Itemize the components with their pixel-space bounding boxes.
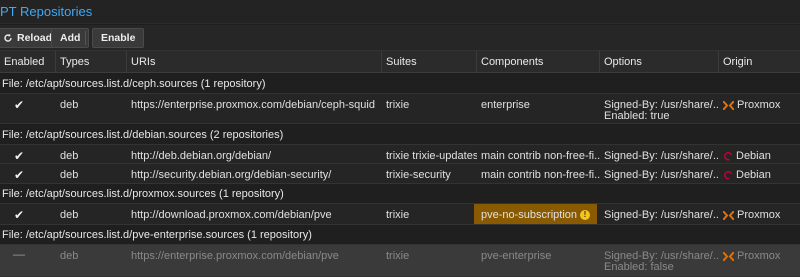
- checkmark-icon[interactable]: ✔: [14, 168, 24, 182]
- column-header-uris[interactable]: URIs: [127, 51, 382, 73]
- options-cell: Signed-By: /usr/share/...: [604, 150, 719, 162]
- debian-logo-icon: [724, 152, 733, 161]
- page-title: PT Repositories: [0, 4, 93, 19]
- type-cell: deb: [60, 209, 79, 221]
- column-header-suites[interactable]: Suites: [382, 51, 477, 73]
- proxmox-logo-icon: [723, 251, 734, 261]
- disabled-dash-icon[interactable]: —: [13, 247, 25, 261]
- uri-cell: http://security.debian.org/debian-securi…: [131, 169, 332, 181]
- table-row[interactable]: ✔ deb http://security.debian.org/debian-…: [0, 164, 800, 184]
- type-cell: deb: [60, 99, 79, 111]
- options-enabled: Enabled: false: [604, 261, 674, 273]
- components-cell: pve-enterprise: [481, 250, 552, 262]
- toolbar: Reload Add Enable: [0, 25, 800, 51]
- uri-cell: https://enterprise.proxmox.com/debian/ce…: [131, 99, 375, 111]
- reload-label: Reload: [17, 32, 53, 44]
- uri-cell: http://deb.debian.org/debian/: [131, 150, 272, 162]
- column-header-options[interactable]: Options: [600, 51, 719, 73]
- table-row[interactable]: ✔ deb http://download.proxmox.com/debian…: [0, 204, 800, 225]
- group-header[interactable]: File: /etc/apt/sources.list.d/ceph.sourc…: [0, 74, 800, 94]
- origin-cell: Proxmox: [737, 250, 781, 262]
- components-cell: main contrib non-free-fi...: [481, 150, 600, 162]
- toolbar-separator: [85, 31, 86, 45]
- reload-icon: [4, 33, 12, 42]
- origin-cell: Proxmox: [737, 209, 781, 221]
- suites-cell: trixie-security: [386, 169, 451, 181]
- group-header[interactable]: File: /etc/apt/sources.list.d/pve-enterp…: [0, 225, 800, 245]
- proxmox-logo-icon: [723, 100, 734, 110]
- column-header-types[interactable]: Types: [56, 51, 127, 73]
- components-cell: main contrib non-free-fi...: [481, 169, 600, 181]
- warning-icon[interactable]: !: [580, 210, 590, 221]
- column-header-enabled[interactable]: Enabled: [0, 51, 56, 73]
- suites-cell: trixie trixie-updates: [386, 150, 477, 162]
- checkmark-icon[interactable]: ✔: [14, 98, 24, 112]
- options-cell: Signed-By: /usr/share/...: [604, 169, 719, 181]
- debian-logo-icon: [724, 171, 733, 180]
- options-enabled: Enabled: true: [604, 110, 670, 122]
- checkmark-icon[interactable]: ✔: [14, 208, 24, 222]
- components-cell: enterprise: [481, 99, 530, 111]
- uri-cell: http://download.proxmox.com/debian/pve: [131, 209, 332, 221]
- column-header-origin[interactable]: Origin: [719, 51, 800, 73]
- origin-cell: Debian: [736, 150, 771, 162]
- proxmox-logo-icon: [723, 210, 734, 220]
- origin-cell: Debian: [736, 169, 771, 181]
- table-row[interactable]: ✔ deb https://enterprise.proxmox.com/deb…: [0, 94, 800, 124]
- checkmark-icon[interactable]: ✔: [14, 149, 24, 163]
- column-header-components[interactable]: Components: [477, 51, 600, 73]
- suites-cell: trixie: [386, 209, 410, 221]
- uri-cell: https://enterprise.proxmox.com/debian/pv…: [131, 250, 339, 262]
- panel-titlebar: PT Repositories: [0, 0, 800, 24]
- type-cell: deb: [60, 250, 79, 262]
- options-cell: Signed-By: /usr/share/...: [604, 209, 719, 221]
- table-row[interactable]: — deb https://enterprise.proxmox.com/deb…: [0, 245, 800, 277]
- components-warning-cell: pve-no-subscription!: [474, 204, 597, 224]
- suites-cell: trixie: [386, 99, 410, 111]
- table-row[interactable]: ✔ deb http://deb.debian.org/debian/ trix…: [0, 145, 800, 164]
- add-button[interactable]: Add: [51, 28, 90, 48]
- add-label: Add: [60, 32, 81, 44]
- type-cell: deb: [60, 169, 79, 181]
- origin-cell: Proxmox: [737, 99, 781, 111]
- components-cell: pve-no-subscription: [481, 209, 577, 221]
- group-header[interactable]: File: /etc/apt/sources.list.d/debian.sou…: [0, 125, 800, 145]
- group-header[interactable]: File: /etc/apt/sources.list.d/proxmox.so…: [0, 184, 800, 204]
- enable-label: Enable: [101, 32, 136, 44]
- type-cell: deb: [60, 150, 79, 162]
- suites-cell: trixie: [386, 250, 410, 262]
- grid-header: Enabled Types URIs Suites Components Opt…: [0, 51, 800, 73]
- enable-button[interactable]: Enable: [92, 28, 145, 48]
